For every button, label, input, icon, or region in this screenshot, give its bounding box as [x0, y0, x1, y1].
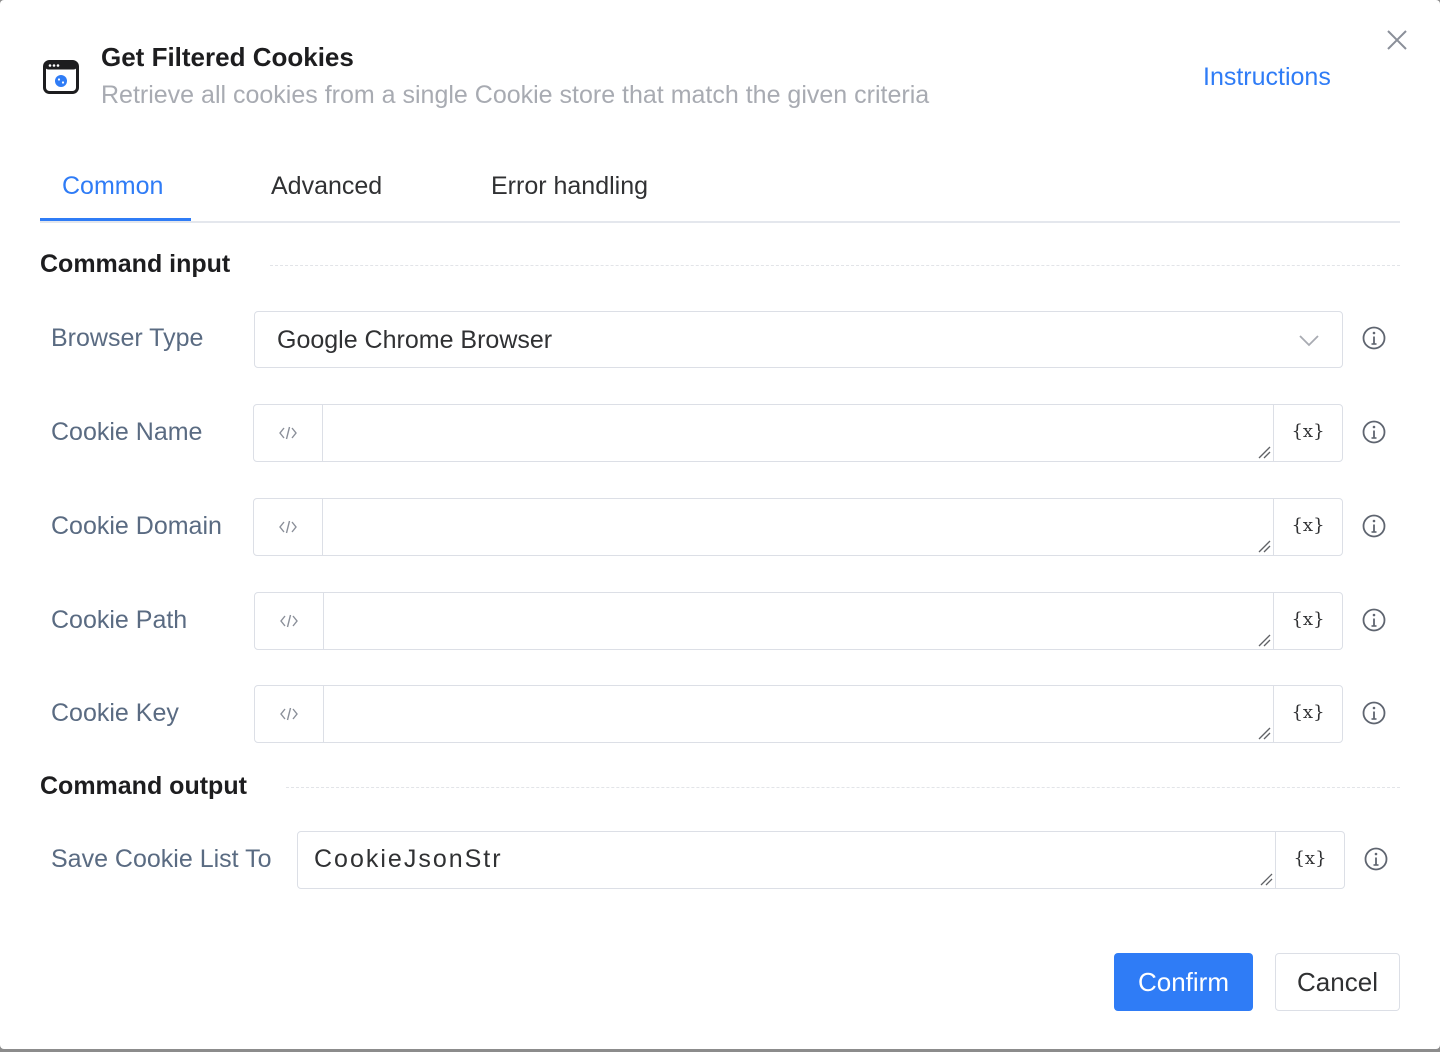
tab-bar: Common Advanced Error handling [40, 160, 1400, 223]
code-mode-button[interactable] [255, 593, 324, 649]
cookie-name-label: Cookie Name [51, 418, 203, 446]
save-cookie-list-label: Save Cookie List To [51, 845, 272, 873]
resize-handle-icon[interactable] [1257, 633, 1271, 647]
save-cookie-list-info-icon[interactable] [1364, 847, 1388, 871]
resize-handle-icon[interactable] [1257, 726, 1271, 740]
browser-cookie-icon [43, 60, 79, 94]
chevron-down-icon [1299, 335, 1319, 347]
resize-handle-icon[interactable] [1257, 539, 1271, 553]
browser-type-info-icon[interactable] [1362, 326, 1386, 350]
dialog-title: Get Filtered Cookies [101, 42, 354, 72]
cookie-path-info-icon[interactable] [1362, 608, 1386, 632]
cookie-key-info-icon[interactable] [1362, 701, 1386, 725]
cookie-domain-info-icon[interactable] [1362, 514, 1386, 538]
cookie-name-field[interactable] [323, 405, 1273, 461]
browser-type-select[interactable]: Google Chrome Browser [254, 311, 1343, 368]
insert-variable-button[interactable]: {x} [1273, 499, 1342, 555]
resize-handle-icon[interactable] [1257, 445, 1271, 459]
browser-type-label: Browser Type [51, 324, 204, 352]
code-mode-button[interactable] [255, 686, 324, 742]
code-icon [279, 426, 297, 440]
save-cookie-list-field[interactable]: CookieJsonStr [298, 832, 1275, 888]
dialog-subtitle: Retrieve all cookies from a single Cooki… [101, 81, 930, 109]
tab-advanced[interactable]: Advanced [271, 172, 382, 201]
cancel-button[interactable]: Cancel [1275, 953, 1400, 1011]
insert-variable-button[interactable]: {x} [1275, 832, 1344, 888]
browser-type-value: Google Chrome Browser [277, 326, 553, 354]
section-divider [270, 265, 1400, 266]
cookie-key-field[interactable] [324, 686, 1273, 742]
insert-variable-button[interactable]: {x} [1273, 405, 1342, 461]
cookie-key-label: Cookie Key [51, 699, 179, 727]
cookie-domain-input-group: {x} [253, 498, 1343, 556]
confirm-button[interactable]: Confirm [1114, 953, 1253, 1011]
insert-variable-button[interactable]: {x} [1273, 593, 1342, 649]
tab-common[interactable]: Common [62, 172, 163, 201]
save-cookie-list-value: CookieJsonStr [314, 845, 503, 873]
cookie-domain-field[interactable] [323, 499, 1273, 555]
cookie-path-input-group: {x} [254, 592, 1343, 650]
cookie-name-input-group: {x} [253, 404, 1343, 462]
code-icon [280, 707, 298, 721]
code-mode-button[interactable] [254, 499, 323, 555]
command-input-heading: Command input [40, 250, 231, 278]
cookie-name-info-icon[interactable] [1362, 420, 1386, 444]
resize-handle-icon[interactable] [1259, 872, 1273, 886]
code-icon [280, 614, 298, 628]
command-output-heading: Command output [40, 772, 247, 800]
active-tab-indicator [40, 218, 191, 221]
insert-variable-button[interactable]: {x} [1273, 686, 1342, 742]
cookie-key-input-group: {x} [254, 685, 1343, 743]
code-mode-button[interactable] [254, 405, 323, 461]
tab-error-handling[interactable]: Error handling [491, 172, 648, 201]
close-icon[interactable] [1384, 27, 1410, 53]
section-divider [286, 787, 1400, 788]
code-icon [279, 520, 297, 534]
save-cookie-list-input-group: CookieJsonStr {x} [297, 831, 1345, 889]
cookie-path-label: Cookie Path [51, 606, 188, 634]
get-filtered-cookies-dialog: Get Filtered Cookies Retrieve all cookie… [0, 0, 1440, 1049]
instructions-link[interactable]: Instructions [1203, 63, 1331, 92]
cookie-domain-label: Cookie Domain [51, 512, 222, 540]
cookie-path-field[interactable] [324, 593, 1273, 649]
